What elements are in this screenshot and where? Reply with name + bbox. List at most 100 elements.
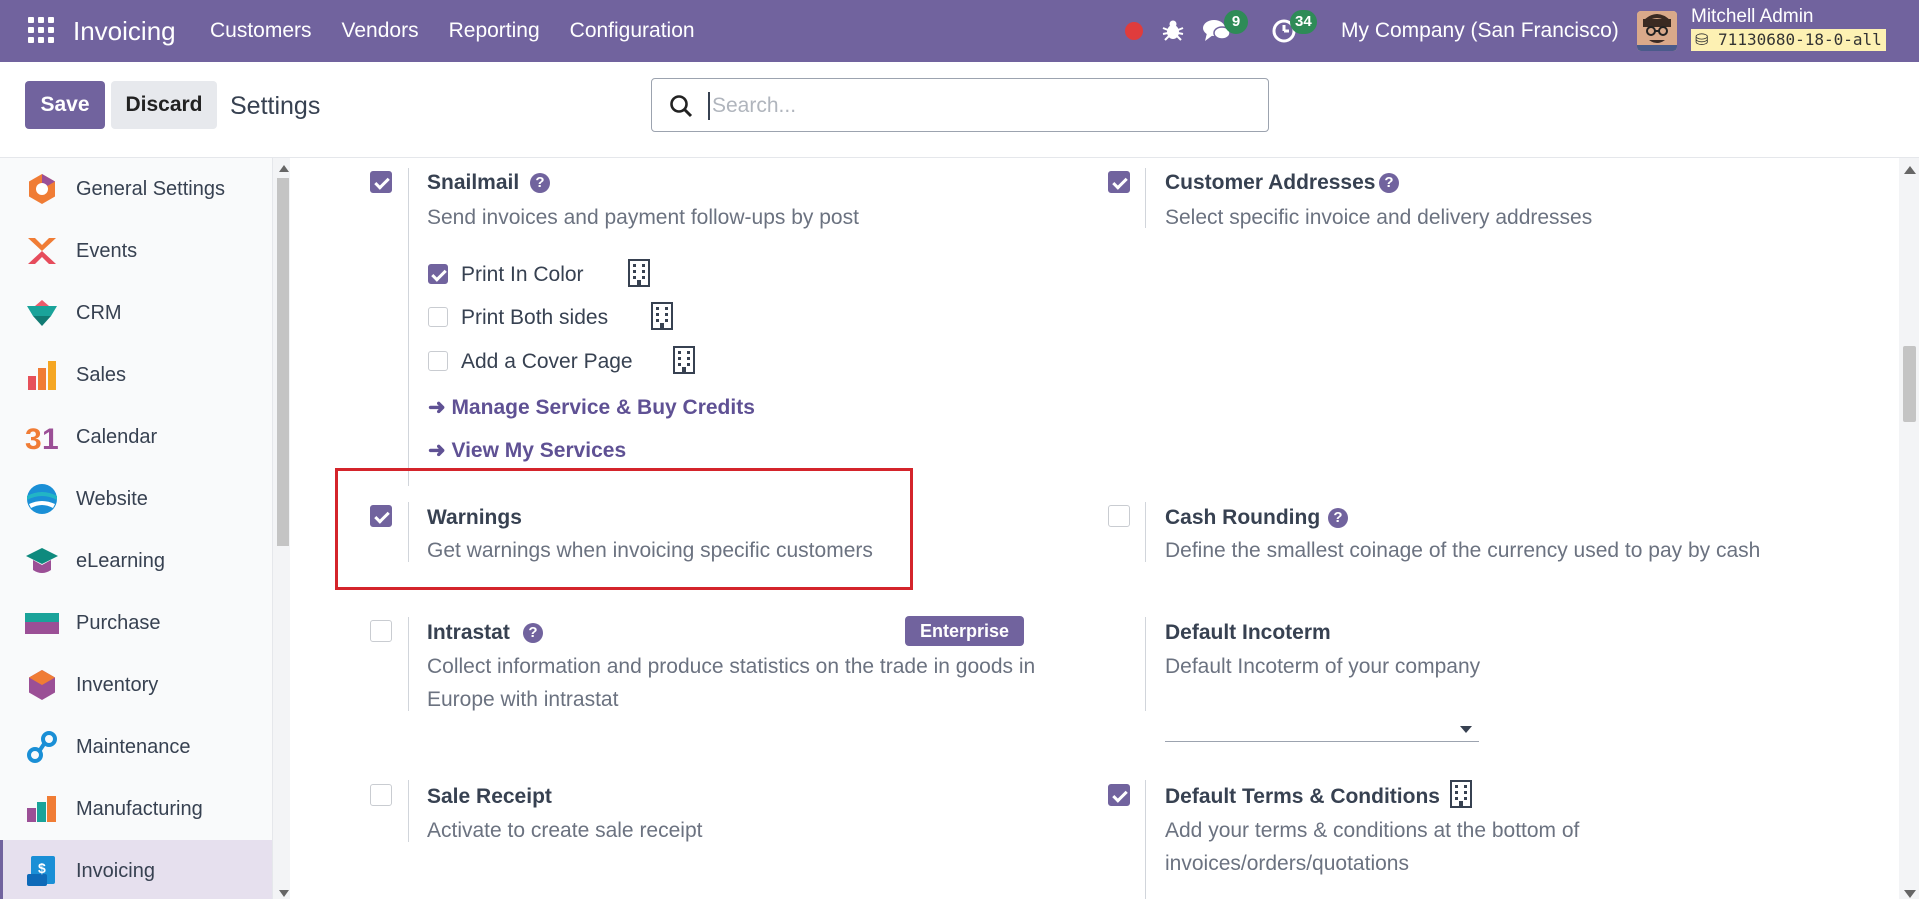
add-cover-page-label[interactable]: Add a Cover Page (461, 350, 633, 374)
main-scrollbar-thumb[interactable] (1903, 346, 1916, 422)
main-scroll-down-icon[interactable] (1904, 890, 1916, 898)
intrastat-title: Intrastat (427, 621, 510, 644)
arrow-right-icon: ➜ (428, 439, 452, 462)
divider (1145, 617, 1146, 711)
sidebar-item-elearning[interactable]: eLearning (0, 530, 272, 592)
sidebar-item-website[interactable]: Website (0, 468, 272, 530)
recording-indicator-icon[interactable] (1125, 22, 1143, 40)
warnings-title: Warnings (427, 506, 522, 529)
add-cover-page-checkbox[interactable] (428, 351, 448, 371)
sidebar-item-inventory[interactable]: Inventory (0, 654, 272, 716)
main-scrollbar[interactable] (1899, 158, 1919, 899)
sidebar-item-sales[interactable]: Sales (0, 344, 272, 406)
warnings-checkbox[interactable] (370, 505, 392, 527)
sidebar-item-label: Website (76, 488, 148, 510)
discard-button[interactable]: Discard (111, 81, 217, 129)
divider (408, 168, 409, 486)
company-building-icon (673, 346, 695, 374)
sidebar-item-label: Maintenance (76, 736, 191, 758)
search-icon (670, 95, 693, 118)
cash-rounding-help-icon[interactable]: ? (1328, 508, 1348, 528)
manage-service-link[interactable]: ➜ Manage Service & Buy Credits (428, 395, 755, 420)
user-name[interactable]: Mitchell Admin (1691, 6, 1814, 28)
control-panel: Save Discard Settings (0, 62, 1919, 158)
messages-badge: 9 (1224, 10, 1248, 34)
enterprise-badge[interactable]: Enterprise (905, 616, 1025, 646)
manufacturing-icon (27, 796, 56, 822)
database-icon: ⛁ (1695, 30, 1709, 49)
sidebar-scroll-up-icon[interactable] (279, 165, 289, 172)
highlight-box (335, 468, 913, 590)
inventory-icon (29, 670, 55, 700)
customer-addresses-help-icon[interactable]: ? (1379, 173, 1399, 193)
caret-down-icon (1460, 726, 1472, 733)
sidebar-item-maintenance[interactable]: Maintenance (0, 716, 272, 778)
app-name[interactable]: Invoicing (73, 16, 176, 47)
menu-customers[interactable]: Customers (210, 19, 312, 43)
save-button[interactable]: Save (25, 81, 105, 129)
intrastat-help-icon[interactable]: ? (523, 623, 543, 643)
divider (408, 617, 409, 711)
sidebar-item-general-settings[interactable]: General Settings (0, 158, 272, 220)
sidebar-item-label: Invoicing (76, 860, 155, 882)
sidebar-item-calendar[interactable]: 3 1 Calendar (0, 406, 272, 468)
default-terms-title: Default Terms & Conditions (1165, 785, 1440, 808)
default-terms-desc: Add your terms & conditions at the botto… (1165, 819, 1580, 875)
menu-reporting[interactable]: Reporting (449, 19, 540, 43)
default-terms-checkbox[interactable] (1108, 784, 1130, 806)
cash-rounding-checkbox[interactable] (1108, 505, 1130, 527)
customer-addresses-desc: Select specific invoice and delivery add… (1165, 206, 1593, 229)
sidebar-scrollbar-thumb[interactable] (277, 178, 289, 546)
print-in-color-label[interactable]: Print In Color (461, 263, 584, 287)
snailmail-help-icon[interactable]: ? (530, 173, 550, 193)
top-navbar: Invoicing Customers Vendors Reporting Co… (0, 0, 1919, 62)
sidebar-item-label: Sales (76, 364, 127, 386)
company-switcher[interactable]: My Company (San Francisco) (1341, 19, 1619, 43)
svg-text:1: 1 (42, 423, 59, 454)
user-avatar[interactable] (1637, 11, 1677, 51)
sidebar-item-label: Calendar (76, 426, 158, 448)
sidebar-item-label: General Settings (76, 178, 225, 200)
sale-receipt-title: Sale Receipt (427, 785, 552, 808)
arrow-right-icon: ➜ (428, 396, 452, 419)
print-both-sides-checkbox[interactable] (428, 307, 448, 327)
sidebar-item-label: Purchase (76, 612, 161, 634)
activity-badge: 34 (1290, 10, 1317, 34)
warnings-desc: Get warnings when invoicing specific cus… (427, 539, 873, 562)
svg-text:$: $ (38, 860, 46, 876)
select-underline (1165, 741, 1479, 742)
debug-bug-icon[interactable] (1160, 17, 1186, 43)
search-input[interactable] (708, 92, 1248, 120)
sidebar-scroll-down-icon[interactable] (279, 890, 289, 897)
company-building-icon (651, 302, 673, 330)
website-icon (27, 484, 57, 514)
settings-content: Snailmail ? Send invoices and payment fo… (290, 158, 1899, 899)
sidebar-item-events[interactable]: Events (0, 220, 272, 282)
crm-icon (27, 300, 57, 326)
snailmail-checkbox[interactable] (370, 171, 392, 193)
sale-receipt-checkbox[interactable] (370, 784, 392, 806)
svg-text:3: 3 (25, 423, 42, 454)
main-scroll-up-icon[interactable] (1904, 166, 1916, 174)
apps-menu-icon[interactable] (28, 17, 54, 43)
intrastat-checkbox[interactable] (370, 620, 392, 642)
view-my-services-link[interactable]: ➜ View My Services (428, 438, 626, 463)
cash-rounding-desc: Define the smallest coinage of the curre… (1165, 539, 1761, 562)
sidebar-item-purchase[interactable]: Purchase (0, 592, 272, 654)
company-building-icon (628, 259, 650, 287)
sidebar-item-invoicing[interactable]: $ Invoicing (0, 840, 272, 899)
sidebar-item-manufacturing[interactable]: Manufacturing (0, 778, 272, 840)
sidebar-item-crm[interactable]: CRM (0, 282, 272, 344)
purchase-icon (25, 613, 59, 634)
print-both-sides-label[interactable]: Print Both sides (461, 306, 608, 330)
cash-rounding-title: Cash Rounding (1165, 506, 1321, 529)
default-incoterm-desc: Default Incoterm of your company (1165, 655, 1481, 678)
divider (1145, 168, 1146, 228)
menu-vendors[interactable]: Vendors (342, 19, 419, 43)
intrastat-desc: Collect information and produce statisti… (427, 655, 1036, 711)
default-incoterm-select[interactable] (1165, 706, 1479, 742)
menu-configuration[interactable]: Configuration (570, 19, 695, 43)
snailmail-title: Snailmail (427, 171, 520, 194)
customer-addresses-checkbox[interactable] (1108, 171, 1130, 193)
print-in-color-checkbox[interactable] (428, 264, 448, 284)
